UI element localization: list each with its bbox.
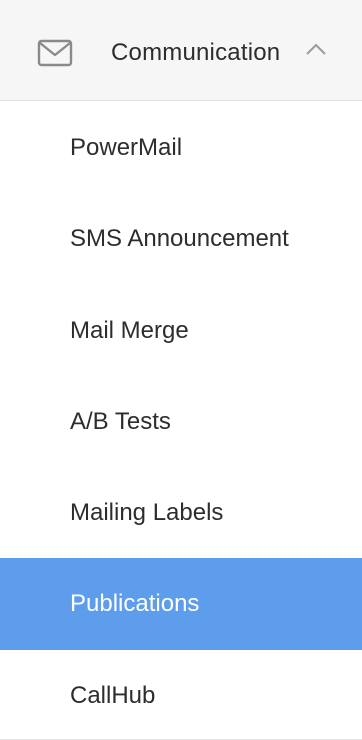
menu-item-sms-announcement[interactable]: SMS Announcement xyxy=(0,193,362,284)
communication-section-header[interactable]: Communication xyxy=(0,0,362,101)
menu-item-powermail[interactable]: PowerMail xyxy=(0,102,362,193)
menu-item-ab-tests[interactable]: A/B Tests xyxy=(0,376,362,467)
navigation-panel: Communication PowerMail SMS Announcement… xyxy=(0,0,362,740)
communication-submenu: PowerMail SMS Announcement Mail Merge A/… xyxy=(0,102,362,740)
chevron-up-icon[interactable] xyxy=(305,42,327,56)
mail-icon xyxy=(37,39,73,67)
menu-item-callhub[interactable]: CallHub xyxy=(0,650,362,740)
menu-item-mail-merge[interactable]: Mail Merge xyxy=(0,285,362,376)
section-title: Communication xyxy=(111,39,281,66)
menu-item-mailing-labels[interactable]: Mailing Labels xyxy=(0,467,362,558)
menu-item-publications[interactable]: Publications xyxy=(0,558,362,650)
